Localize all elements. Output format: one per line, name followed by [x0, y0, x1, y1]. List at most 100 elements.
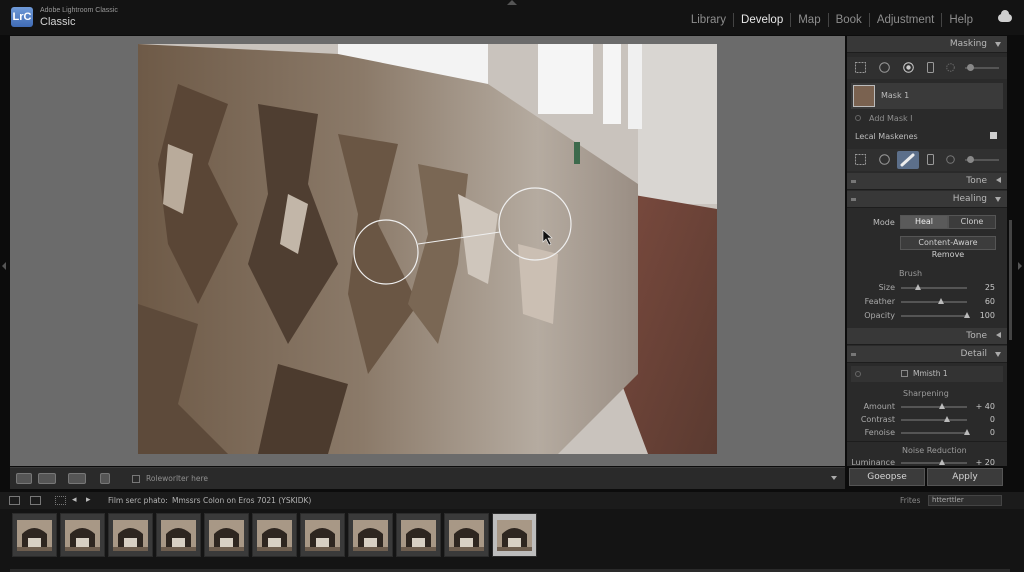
mask-opacity-knob[interactable] — [967, 64, 974, 71]
module-book[interactable]: Book — [827, 13, 869, 27]
healing-brush-button[interactable] — [897, 151, 919, 169]
module-adjustment[interactable]: Adjustment — [868, 13, 942, 27]
back-arrow-icon[interactable]: ◂ — [72, 495, 77, 505]
compare-button[interactable] — [68, 473, 86, 484]
opacity-value[interactable]: 100 — [965, 311, 995, 320]
filmstrip-thumbnail[interactable] — [156, 513, 201, 557]
display-1-icon[interactable] — [9, 496, 20, 505]
expand-icon[interactable] — [996, 177, 1001, 183]
luminance-slider[interactable] — [901, 459, 967, 465]
filmstrip-source-path[interactable]: Mmssrs Colon on Eros 7021 (YSKIDK) — [172, 496, 311, 505]
feather-slider-knob[interactable] — [937, 298, 944, 304]
fenoise-slider[interactable] — [901, 429, 970, 435]
filter-select[interactable]: htterttler — [928, 495, 1002, 506]
radial-filter-icon[interactable] — [903, 62, 914, 73]
collapse-icon[interactable] — [995, 42, 1001, 47]
arrow-icon[interactable] — [100, 473, 110, 484]
module-library[interactable]: Library — [684, 13, 733, 27]
circle-mask-icon[interactable] — [879, 62, 890, 73]
app-logo: LrC — [11, 7, 33, 27]
size-slider[interactable] — [901, 284, 967, 290]
thumbnail-image — [113, 520, 148, 551]
filmstrip-thumbnail[interactable] — [252, 513, 297, 557]
mask-options-icon[interactable] — [990, 132, 997, 139]
feather-slider[interactable] — [901, 298, 967, 304]
gear-icon[interactable] — [945, 62, 956, 73]
filmstrip-thumbnail[interactable] — [60, 513, 105, 557]
detail-mask-row[interactable]: Mmisth 1 — [851, 366, 1003, 382]
contrast-slider[interactable] — [901, 416, 967, 422]
healing-header[interactable]: Healing — [847, 191, 1007, 208]
module-map[interactable]: Map — [790, 13, 827, 27]
size-value[interactable]: 25 — [965, 283, 995, 292]
heal-button[interactable]: Heal — [900, 215, 948, 229]
amount-slider-knob[interactable] — [938, 403, 945, 409]
add-mask-label[interactable]: Add Mask I — [869, 114, 913, 123]
masking-title: Masking — [949, 39, 987, 49]
contrast-slider-knob[interactable] — [944, 416, 951, 422]
circle-mask-icon[interactable] — [879, 154, 890, 165]
tone-header[interactable]: Tone — [847, 173, 1007, 190]
module-develop[interactable]: Develop — [733, 13, 790, 27]
grid-select-icon[interactable] — [855, 62, 866, 73]
phone-icon[interactable] — [925, 154, 936, 165]
photo-image — [138, 44, 717, 454]
luminance-value[interactable]: + 20 — [965, 458, 995, 466]
luminance-label: Luminance — [851, 458, 895, 466]
detail-mask-checkbox[interactable] — [901, 370, 908, 377]
loupe-view-button[interactable] — [16, 473, 32, 484]
expand-icon[interactable] — [996, 332, 1001, 338]
tool-amount-knob[interactable] — [967, 156, 974, 163]
module-picker: Library Develop Map Book Adjustment Help — [684, 13, 980, 27]
filmstrip-thumbnail[interactable] — [300, 513, 345, 557]
detail-header[interactable]: Detail — [847, 346, 1007, 363]
filmstrip — [0, 509, 1024, 572]
opacity-slider[interactable] — [901, 312, 970, 318]
phone-icon[interactable] — [925, 62, 936, 73]
luminance-slider-knob[interactable] — [938, 459, 945, 465]
fenoise-value[interactable]: 0 — [965, 428, 995, 437]
filmstrip-thumbnail[interactable] — [348, 513, 393, 557]
top-panel-toggle-icon[interactable] — [507, 0, 517, 5]
cloud-icon[interactable] — [998, 10, 1012, 22]
forward-arrow-icon[interactable]: ▸ — [86, 495, 91, 505]
opacity-label: Opacity — [864, 311, 895, 320]
app-name: Classic — [40, 16, 76, 28]
filter-label: Frites — [900, 496, 921, 505]
content-aware-remove-button[interactable]: Content-Aware Remove — [900, 236, 996, 259]
apply-button[interactable]: Apply — [927, 468, 1003, 486]
gear-icon[interactable] — [945, 154, 956, 165]
detail-mask-radio[interactable] — [855, 371, 861, 377]
amount-value[interactable]: + 40 — [965, 402, 995, 411]
mask-list-item[interactable]: Mask 1 — [851, 83, 1003, 109]
feather-value[interactable]: 60 — [965, 297, 995, 306]
left-panel-toggle-icon[interactable] — [2, 262, 6, 270]
tone-header-secondary[interactable]: Tone — [847, 328, 1007, 345]
contrast-value[interactable]: 0 — [965, 415, 995, 424]
filmstrip-thumbnail[interactable] — [204, 513, 249, 557]
previous-button[interactable]: Goeopse — [849, 468, 925, 486]
add-mask-radio[interactable] — [855, 115, 861, 121]
module-help[interactable]: Help — [941, 13, 980, 27]
size-slider-knob[interactable] — [914, 284, 921, 290]
filmstrip-thumbnail[interactable] — [12, 513, 57, 557]
grid-select-icon[interactable] — [855, 154, 866, 165]
panel-switch-icon — [851, 353, 856, 356]
before-after-button[interactable] — [38, 473, 56, 484]
grid-view-icon[interactable] — [55, 496, 66, 505]
clone-button[interactable]: Clone — [948, 215, 996, 229]
right-panel-toggle-icon[interactable] — [1018, 262, 1022, 270]
filmstrip-thumbnail[interactable] — [444, 513, 489, 557]
masking-header[interactable]: Masking — [847, 36, 1007, 53]
amount-slider[interactable] — [901, 403, 967, 409]
photo-canvas[interactable] — [138, 44, 717, 454]
toolbar-menu-chevron-icon[interactable] — [831, 476, 837, 480]
filmstrip-thumbnail[interactable] — [396, 513, 441, 557]
filmstrip-thumbnail[interactable] — [108, 513, 153, 557]
collapse-icon[interactable] — [995, 197, 1001, 202]
filmstrip-thumbnail[interactable] — [492, 513, 537, 557]
panel-scrollbar[interactable] — [1009, 220, 1012, 340]
display-2-icon[interactable] — [30, 496, 41, 505]
soft-proof-checkbox[interactable] — [132, 475, 140, 483]
collapse-icon[interactable] — [995, 352, 1001, 357]
